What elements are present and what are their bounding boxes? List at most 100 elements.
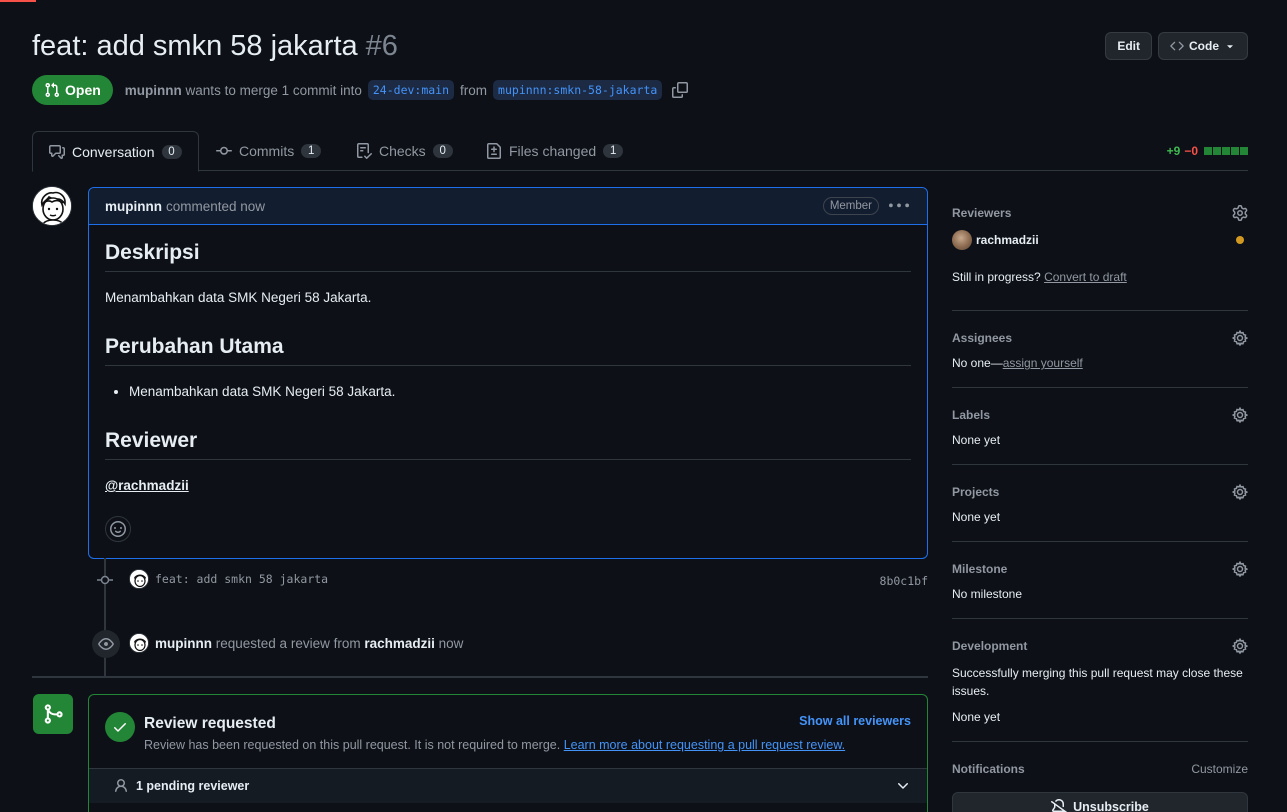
show-all-reviewers-link[interactable]: Show all reviewers [799,714,911,728]
review-requested-desc: Review has been requested on this pull r… [144,738,561,752]
member-badge: Member [822,197,879,215]
pr-meta: Open mupinnn wants to merge 1 commit int… [32,75,689,105]
list-item: Menambahkan data SMK Negeri 58 Jakarta. [129,384,911,399]
reviewers-heading[interactable]: Reviewers [952,206,1248,220]
check-circle [105,712,135,742]
review-request-time: now [438,635,464,651]
review-requested-section: Review requested Review has been request… [89,695,927,769]
customize-link[interactable]: Customize [1191,762,1248,776]
commit-author-avatar[interactable] [129,569,149,589]
comment-author[interactable]: mupinnn [105,199,162,214]
gear-icon[interactable] [1232,638,1248,654]
tab-label: Checks [379,143,426,159]
tab-label: Files changed [509,143,597,159]
milestone-value: No milestone [952,587,1023,601]
add-reaction-button[interactable] [105,516,131,542]
gear-icon[interactable] [1232,407,1248,423]
tab-checks[interactable]: Checks 0 [340,131,469,171]
copy-icon[interactable] [672,82,689,98]
gear-icon[interactable] [1232,484,1248,500]
assignees-value: No one—assign yourself [952,356,1248,370]
projects-heading[interactable]: Projects [952,485,1248,499]
from-text: from [460,82,488,98]
commit-sha[interactable]: 8b0c1bf [880,574,928,588]
unsubscribe-button[interactable]: Unsubscribe [952,792,1248,812]
development-description: Successfully merging this pull request m… [952,666,1243,698]
avatar-illustration [130,634,148,652]
progress-text: Still in progress? [952,270,1041,284]
git-commit-icon [97,575,113,585]
review-requested-badge [92,630,120,658]
gear-icon[interactable] [1232,561,1248,577]
merge-text: wants to merge 1 commit into [185,82,362,98]
meta-description: mupinnn wants to merge 1 commit into [125,83,362,98]
tab-counter: 0 [432,144,453,158]
edit-button[interactable]: Edit [1105,32,1152,60]
reviewer-mention[interactable]: @rachmadzii [105,478,189,493]
sidebar-assignees: Assignees No one—assign yourself [952,311,1248,388]
reviewer-name: rachmadzii [976,233,1039,247]
triangle-down-icon [1227,45,1233,49]
state-label: Open [65,82,101,98]
sidebar-development: Development Successfully merging this pu… [952,619,1248,742]
tab-conversation[interactable]: Conversation 0 [32,131,199,172]
changes-list: Menambahkan data SMK Negeri 58 Jakarta. [129,384,911,399]
pr-title: feat: add smkn 58 jakarta #6 [32,30,398,63]
heading-reviewer: Reviewer [105,429,911,460]
chevron-down-icon [898,783,908,789]
gear-icon[interactable] [1232,330,1248,346]
author-avatar[interactable] [32,186,72,226]
pr-number: #6 [365,30,398,62]
heading-deskripsi: Deskripsi [105,241,911,272]
development-heading[interactable]: Development [952,639,1248,653]
tab-counter: 0 [161,144,182,159]
assign-yourself-link[interactable]: assign yourself [1003,356,1083,370]
commit-message[interactable]: feat: add smkn 58 jakarta [155,572,328,586]
requester-avatar[interactable] [129,633,149,653]
loading-bar [0,0,36,2]
checklist-icon [357,143,372,159]
file-diff-icon [487,143,501,159]
sidebar-notifications: Notifications Customize Unsubscribe [952,742,1248,812]
comment-header: mupinnn commented now Member [89,188,927,225]
merge-box: Review requested Review has been request… [88,694,928,812]
sidebar-milestone: Milestone No milestone [952,542,1248,619]
smiley-icon [110,521,126,537]
git-commit-icon [216,146,232,155]
code-button[interactable]: Code [1158,32,1248,60]
bell-slash-icon [1051,799,1068,812]
base-branch[interactable]: 24-dev:main [367,80,455,100]
milestone-heading[interactable]: Milestone [952,562,1248,576]
tab-commits[interactable]: Commits 1 [200,131,337,171]
reviewer-row[interactable]: rachmadzii [952,230,1248,250]
requested-reviewer-link[interactable]: rachmadzii [364,636,435,651]
requester-link[interactable]: mupinnn [155,636,212,651]
description-paragraph: Menambahkan data SMK Negeri 58 Jakarta. [105,290,372,305]
timeline-divider [32,676,928,678]
edit-button-label: Edit [1117,39,1140,53]
development-value: None yet [952,710,1001,724]
unsubscribe-label: Unsubscribe [1073,800,1149,812]
commit-event: feat: add smkn 58 jakarta [129,569,328,589]
pending-reviewer-label: 1 pending reviewer [136,779,250,793]
labels-value: None yet [952,433,1001,447]
learn-more-link[interactable]: Learn more about requesting a pull reque… [564,738,845,752]
review-request-phrase: requested a review from [215,635,361,651]
review-request-event: mupinnn requested a review from rachmadz… [129,633,463,653]
assignees-heading[interactable]: Assignees [952,331,1248,345]
pending-reviewers-toggle[interactable]: 1 pending reviewer [89,769,927,803]
tab-label: Conversation [72,143,155,160]
gear-icon[interactable] [1232,205,1248,221]
eye-icon [98,638,114,650]
kebab-horizontal-icon[interactable] [889,196,909,216]
labels-heading[interactable]: Labels [952,408,1248,422]
convert-to-draft-link[interactable]: Convert to draft [1044,270,1127,284]
diffstat-blocks [1204,147,1248,155]
author-link[interactable]: mupinnn [125,83,182,98]
tab-files-changed[interactable]: Files changed 1 [470,131,639,171]
pending-status-dot [1236,236,1244,244]
deletions: −0 [1184,144,1198,158]
head-branch[interactable]: mupinnn:smkn-58-jakarta [493,80,663,100]
code-icon [1170,41,1184,51]
git-merge-icon [44,704,63,724]
